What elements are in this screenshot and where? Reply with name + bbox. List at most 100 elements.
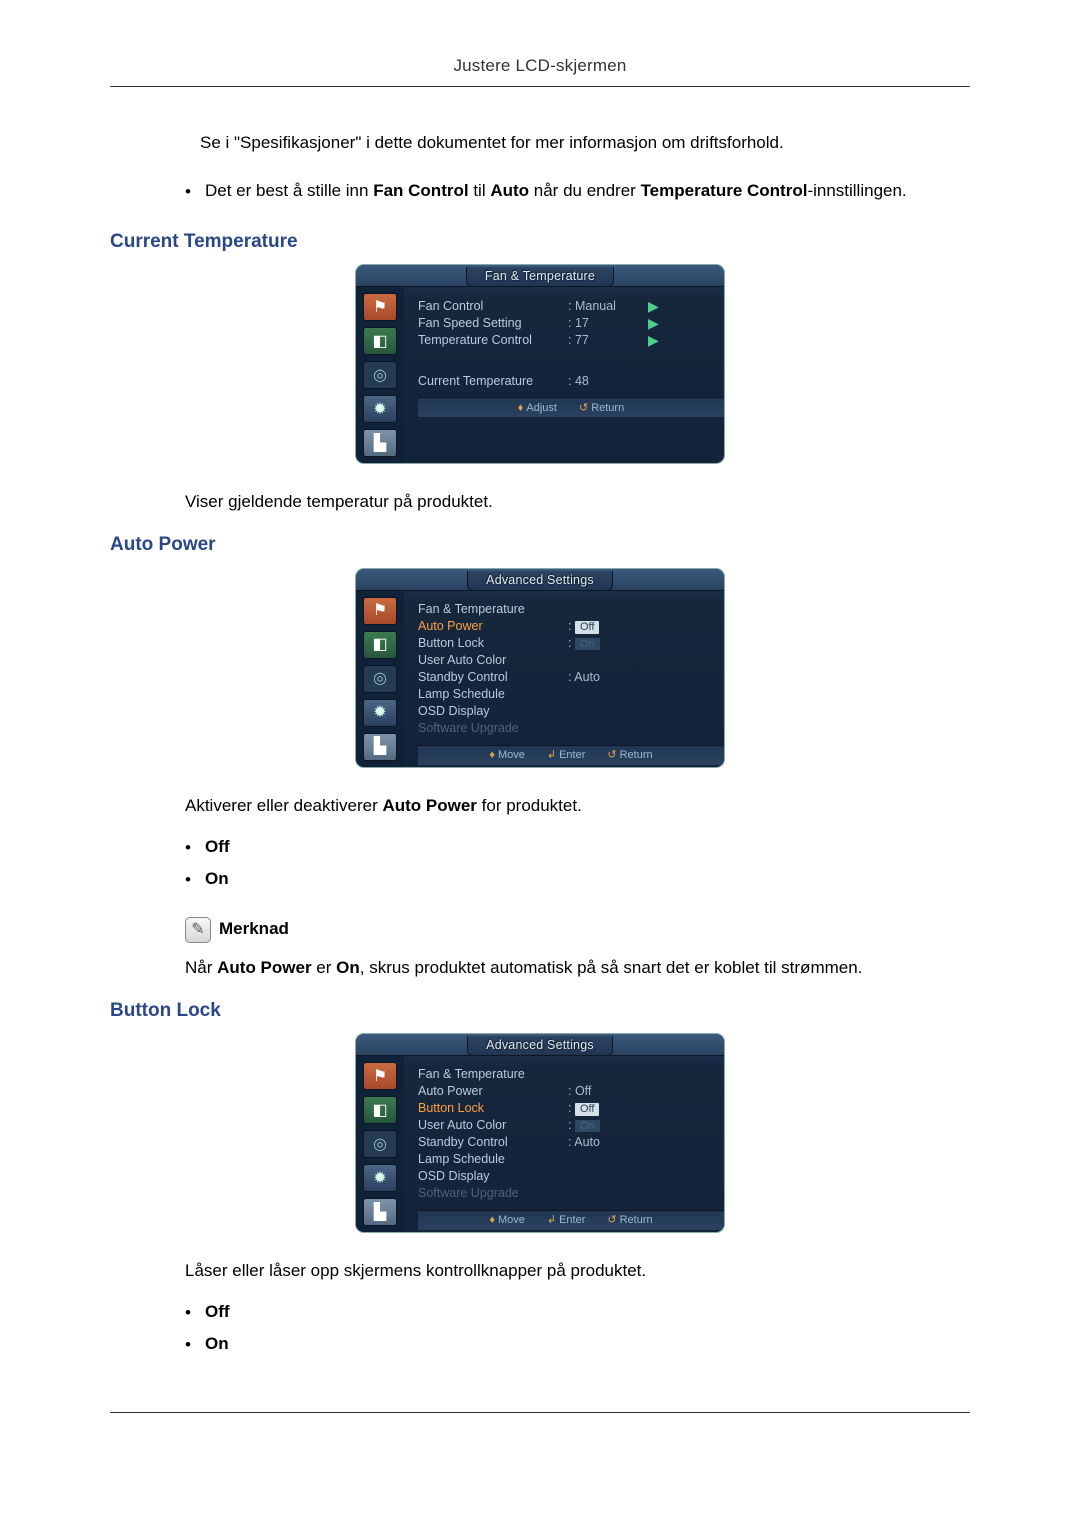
osd-label: Standby Control — [418, 669, 568, 686]
osd-label: Fan & Temperature — [418, 1066, 568, 1083]
osd-tab-icon[interactable]: ◎ — [363, 665, 397, 693]
note-label: Merknad — [219, 918, 289, 941]
osd-label: Fan Speed Setting — [418, 315, 568, 332]
osd-footer: ♦Move↲Enter↺Return — [418, 1210, 724, 1230]
osd-label: OSD Display — [418, 703, 568, 720]
osd-row[interactable]: Temperature Control : 77 ▶ — [418, 331, 724, 348]
note-icon: ✎ — [185, 917, 211, 943]
osd-label: Auto Power — [418, 618, 568, 635]
section-desc: Låser eller låser opp skjermens kontroll… — [185, 1260, 970, 1283]
osd-row[interactable]: Standby Control: Auto — [418, 1134, 724, 1151]
osd-tab-icon[interactable]: ▙ — [363, 429, 397, 457]
osd-row[interactable]: Lamp Schedule — [418, 686, 724, 703]
osd-value: : On — [568, 635, 648, 652]
osd-tab-icon[interactable]: ✹ — [363, 1164, 397, 1192]
section-desc: Viser gjeldende temperatur på produktet. — [185, 491, 970, 514]
osd-row: Current Temperature : 48 — [418, 372, 724, 389]
osd-label: Software Upgrade — [418, 720, 568, 737]
osd-row[interactable]: User Auto Color — [418, 652, 724, 669]
osd-sidebar: ⚑ ◧ ◎ ✹ ▙ — [356, 1056, 404, 1232]
osd-row[interactable]: Auto Power: Off — [418, 618, 724, 635]
osd-row[interactable]: Software Upgrade — [418, 1185, 724, 1202]
osd-row[interactable]: User Auto Color: On — [418, 1117, 724, 1134]
osd-tab-icon[interactable]: ◎ — [363, 361, 397, 389]
osd-label: Fan Control — [418, 298, 568, 315]
osd-sidebar: ⚑ ◧ ◎ ✹ ▙ — [356, 591, 404, 767]
page-footer-rule — [110, 1412, 970, 1442]
intro-bullet: • Det er best å stille inn Fan Control t… — [185, 180, 970, 204]
osd-tab-icon[interactable]: ⚑ — [363, 1062, 397, 1090]
osd-tab-icon[interactable]: ⚑ — [363, 293, 397, 321]
osd-tab-icon[interactable]: ▙ — [363, 733, 397, 761]
osd-label: Button Lock — [418, 635, 568, 652]
osd-row[interactable]: Fan & Temperature — [418, 1066, 724, 1083]
osd-value: : 48 — [568, 373, 648, 390]
osd-row[interactable]: Auto Power: Off — [418, 1083, 724, 1100]
osd-label: Standby Control — [418, 1134, 568, 1151]
osd-fan-temperature: Fan & Temperature ⚑ ◧ ◎ ✹ ▙ Fan Control … — [355, 264, 725, 464]
osd-row[interactable]: OSD Display — [418, 1168, 724, 1185]
osd-label: Lamp Schedule — [418, 686, 568, 703]
osd-value: : On — [568, 1117, 648, 1134]
osd-label: Fan & Temperature — [418, 601, 568, 618]
osd-title: Advanced Settings — [467, 571, 613, 591]
osd-label: Lamp Schedule — [418, 1151, 568, 1168]
bullet-text: Det er best å stille inn Fan Control til… — [205, 180, 970, 204]
osd-value: : Manual — [568, 298, 648, 315]
osd-tab-icon[interactable]: ◧ — [363, 631, 397, 659]
osd-value: : Auto — [568, 669, 648, 686]
option-item: •Off — [185, 836, 970, 860]
osd-row[interactable]: Fan & Temperature — [418, 601, 724, 618]
option-item: •On — [185, 1333, 970, 1357]
section-title-auto-power: Auto Power — [110, 532, 970, 558]
osd-tab-icon[interactable]: ◧ — [363, 1096, 397, 1124]
bullet-icon: • — [185, 180, 205, 204]
osd-value: : 77 — [568, 332, 648, 349]
osd-label: OSD Display — [418, 1168, 568, 1185]
section-title-button-lock: Button Lock — [110, 998, 970, 1024]
osd-label: Auto Power — [418, 1083, 568, 1100]
osd-tab-icon[interactable]: ✹ — [363, 699, 397, 727]
osd-advanced-settings-buttonlock: Advanced Settings ⚑ ◧ ◎ ✹ ▙ Fan & Temper… — [355, 1033, 725, 1233]
osd-label: Button Lock — [418, 1100, 568, 1117]
osd-sidebar: ⚑ ◧ ◎ ✹ ▙ — [356, 287, 404, 463]
osd-row[interactable]: Button Lock: Off — [418, 1100, 724, 1117]
osd-label: User Auto Color — [418, 1117, 568, 1134]
osd-value: : Off — [568, 1083, 648, 1100]
osd-value: : Auto — [568, 1134, 648, 1151]
osd-value: : 17 — [568, 315, 648, 332]
osd-row[interactable]: Button Lock: On — [418, 635, 724, 652]
osd-value: : Off — [568, 618, 648, 635]
osd-footer: ♦Adjust ↺Return — [418, 397, 724, 417]
osd-value: : Off — [568, 1100, 648, 1117]
section-desc: Aktiverer eller deaktiverer Auto Power f… — [185, 795, 970, 818]
page-header: Justere LCD-skjermen — [110, 55, 970, 87]
osd-tab-icon[interactable]: ◧ — [363, 327, 397, 355]
osd-row[interactable]: Fan Control : Manual ▶ — [418, 297, 724, 314]
osd-tab-icon[interactable]: ✹ — [363, 395, 397, 423]
note-text: Når Auto Power er On, skrus produktet au… — [185, 957, 970, 980]
option-item: •Off — [185, 1301, 970, 1325]
return-icon: ↺ — [579, 402, 588, 414]
note-header: ✎ Merknad — [185, 917, 970, 943]
osd-label: Temperature Control — [418, 332, 568, 349]
osd-title: Advanced Settings — [467, 1036, 613, 1056]
osd-row[interactable]: Fan Speed Setting : 17 ▶ — [418, 314, 724, 331]
osd-label: Current Temperature — [418, 373, 568, 390]
intro-para: Se i "Spesifikasjoner" i dette dokumente… — [200, 132, 970, 155]
osd-row[interactable]: Lamp Schedule — [418, 1151, 724, 1168]
osd-title: Fan & Temperature — [466, 267, 614, 287]
osd-footer: ♦Move↲Enter↺Return — [418, 745, 724, 765]
osd-row[interactable]: OSD Display — [418, 703, 724, 720]
osd-tab-icon[interactable]: ⚑ — [363, 597, 397, 625]
osd-tab-icon[interactable]: ▙ — [363, 1198, 397, 1226]
arrow-right-icon[interactable]: ▶ — [648, 331, 659, 350]
osd-tab-icon[interactable]: ◎ — [363, 1130, 397, 1158]
option-item: •On — [185, 868, 970, 892]
osd-row[interactable]: Standby Control: Auto — [418, 669, 724, 686]
osd-label: User Auto Color — [418, 652, 568, 669]
section-title-current-temperature: Current Temperature — [110, 229, 970, 255]
osd-label: Software Upgrade — [418, 1185, 568, 1202]
osd-row[interactable]: Software Upgrade — [418, 720, 724, 737]
osd-advanced-settings-autopower: Advanced Settings ⚑ ◧ ◎ ✹ ▙ Fan & Temper… — [355, 568, 725, 768]
